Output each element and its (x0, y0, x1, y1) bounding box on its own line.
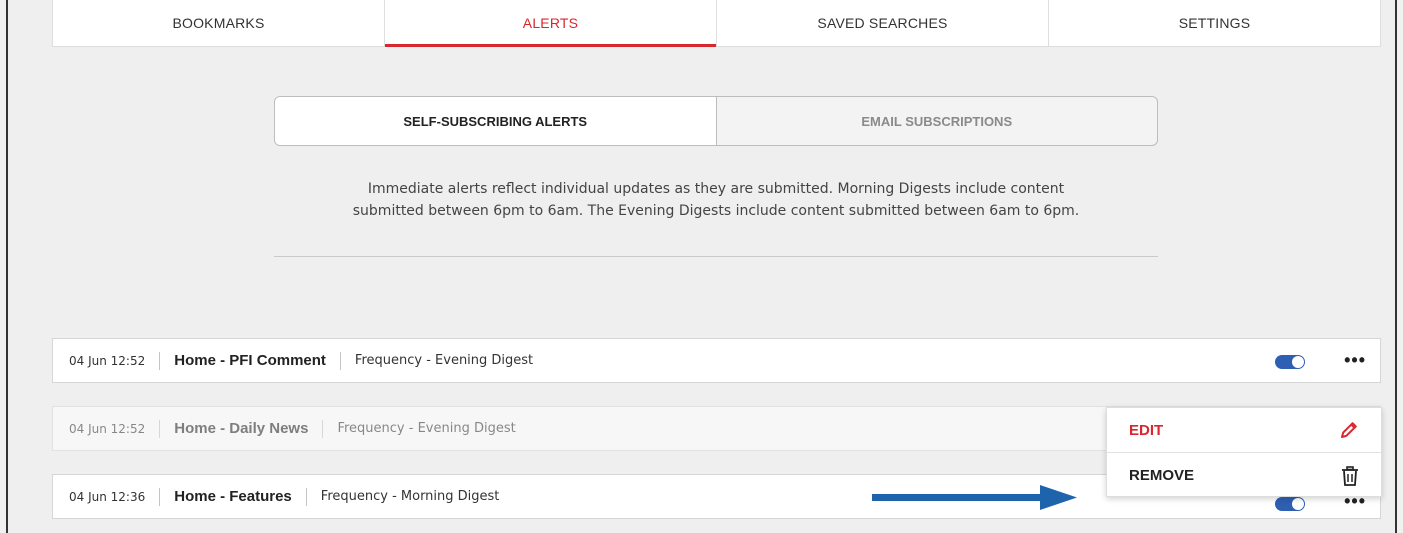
description-line-1: Immediate alerts reflect individual upda… (367, 181, 1065, 197)
remove-menu-item[interactable]: REMOVE (1107, 453, 1381, 498)
alert-date: 04 Jun 12:52 (69, 353, 146, 368)
remove-label: REMOVE (1129, 467, 1195, 484)
alert-frequency: Frequency - Morning Digest (320, 489, 500, 504)
alert-enabled-toggle[interactable] (1275, 355, 1305, 369)
top-tab-bar: BOOKMARKS ALERTS SAVED SEARCHES SETTINGS (52, 0, 1381, 47)
alert-name: Home - Features (174, 488, 292, 505)
more-options-icon[interactable]: ••• (1344, 350, 1366, 371)
alert-name: Home - PFI Comment (174, 352, 326, 369)
pointer-arrow-icon (872, 485, 1077, 510)
alert-frequency: Frequency - Evening Digest (354, 353, 534, 368)
tab-settings[interactable]: SETTINGS (1048, 0, 1381, 46)
separator (159, 487, 161, 506)
alert-type-toggle: SELF-SUBSCRIBING ALERTS EMAIL SUBSCRIPTI… (274, 96, 1158, 146)
divider (274, 256, 1158, 257)
email-subscriptions-tab[interactable]: EMAIL SUBSCRIPTIONS (715, 97, 1158, 145)
separator (305, 487, 307, 506)
separator (159, 419, 161, 438)
tab-alerts[interactable]: ALERTS (384, 0, 716, 47)
alerts-description: Immediate alerts reflect individual upda… (274, 178, 1158, 222)
tab-bookmarks[interactable]: BOOKMARKS (52, 0, 384, 46)
separator (339, 351, 341, 370)
alert-name: Home - Daily News (174, 420, 309, 437)
pencil-icon (1339, 420, 1359, 440)
alert-frequency: Frequency - Evening Digest (337, 421, 516, 436)
edit-label: EDIT (1129, 421, 1164, 439)
alert-date: 04 Jun 12:52 (69, 421, 146, 436)
trash-icon (1341, 465, 1359, 486)
separator (159, 351, 161, 370)
edit-menu-item[interactable]: EDIT (1107, 408, 1381, 453)
alert-enabled-toggle[interactable] (1275, 497, 1305, 511)
alert-row[interactable]: 04 Jun 12:52 Home - PFI Comment Frequenc… (52, 338, 1381, 383)
alert-options-menu: EDIT REMOVE (1106, 407, 1382, 497)
separator (322, 419, 324, 438)
tab-saved-searches[interactable]: SAVED SEARCHES (716, 0, 1048, 46)
self-subscribing-alerts-tab[interactable]: SELF-SUBSCRIBING ALERTS (275, 97, 716, 145)
alert-date: 04 Jun 12:36 (69, 489, 146, 504)
description-line-2: submitted between 6pm to 6am. The Evenin… (352, 203, 1080, 219)
